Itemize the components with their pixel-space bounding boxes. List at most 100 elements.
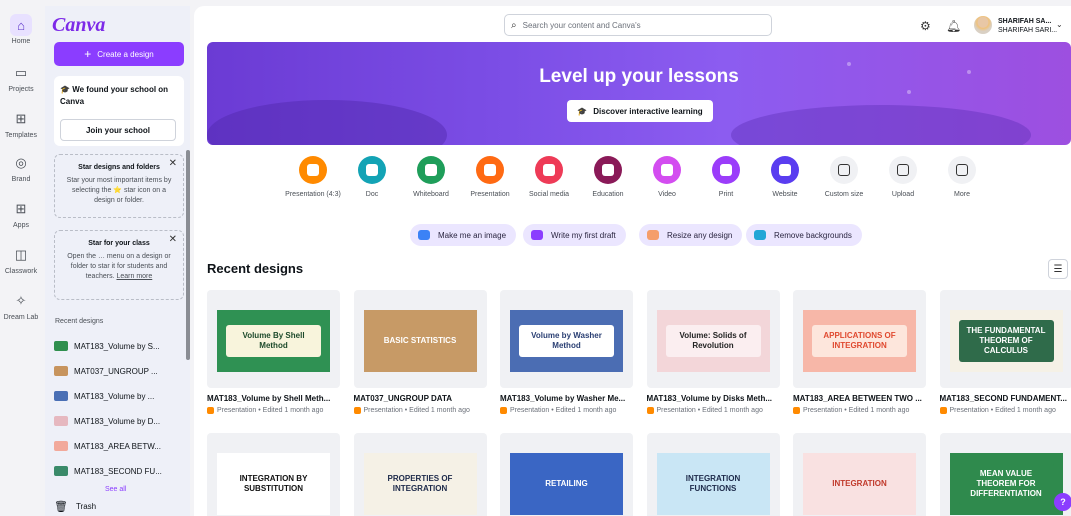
design-card[interactable]: THE FUNDAMENTAL THEOREM OF CALCULUS MAT1… bbox=[939, 290, 1071, 414]
recent-designs-title: Recent designs bbox=[207, 261, 304, 276]
design-card[interactable]: PROPERTIES OF INTEGRATION bbox=[353, 433, 487, 516]
create-design-label: Create a design bbox=[97, 49, 154, 59]
ai-suggestion-chip[interactable]: Resize any design bbox=[639, 224, 743, 246]
chevron-down-icon[interactable]: ⌄ bbox=[1056, 20, 1063, 29]
rail-item-home[interactable]: ⌂ Home bbox=[0, 14, 42, 45]
see-all-link[interactable]: See all bbox=[105, 486, 126, 493]
panel-recent-item[interactable]: MAT037_UNGROUP ... bbox=[54, 361, 184, 381]
rail-item-classwork[interactable]: ◫ Classwork bbox=[0, 244, 42, 275]
create-design-button[interactable]: + Create a design bbox=[54, 42, 184, 66]
category-whiteboard[interactable]: Whiteboard bbox=[401, 156, 461, 200]
category-label: Education bbox=[592, 191, 624, 198]
design-thumbnail[interactable]: MEAN VALUE THEOREM FOR DIFFERENTIATION bbox=[939, 433, 1071, 516]
design-name[interactable]: MAT183_SECOND FUNDAMENT... bbox=[940, 394, 1071, 403]
design-card[interactable]: Volume: Solids of Revolution MAT183_Volu… bbox=[646, 290, 780, 414]
user-menu[interactable]: SHARIFAH SA... SHARIFAH SARI... bbox=[998, 17, 1057, 35]
panel-recent-item[interactable]: MAT183_Volume by D... bbox=[54, 411, 184, 431]
rail-item-dream-lab[interactable]: ✧ Dream Lab bbox=[0, 290, 42, 321]
panel-recent-item[interactable]: MAT183_AREA BETW... bbox=[54, 436, 184, 456]
discover-learning-button[interactable]: 🎓 Discover interactive learning bbox=[567, 100, 713, 122]
user-name: SHARIFAH SA... bbox=[998, 18, 1052, 25]
category-upload[interactable]: Upload bbox=[873, 156, 933, 200]
list-view-icon[interactable]: ☰ bbox=[1048, 259, 1068, 279]
slide-preview: Volume By Shell Method bbox=[217, 310, 330, 372]
rail-item-templates[interactable]: ⊞ Templates bbox=[0, 108, 42, 139]
graduation-cap-icon: 🎓 bbox=[577, 106, 588, 116]
design-name[interactable]: MAT183_Volume by Shell Meth... bbox=[207, 394, 340, 403]
panel-recent-item[interactable]: MAT183_Volume by S... bbox=[54, 336, 184, 356]
panel-recent-item[interactable]: MAT183_Volume by ... bbox=[54, 386, 184, 406]
ai-suggestion-chip[interactable]: Write my first draft bbox=[523, 224, 626, 246]
design-thumbnail[interactable]: INTEGRATION BY SUBSTITUTION bbox=[207, 433, 340, 516]
slide-title: INTEGRATION bbox=[824, 473, 895, 495]
design-thumbnail[interactable]: BASIC STATISTICS bbox=[353, 290, 487, 388]
star-tip-title: Star designs and folders bbox=[78, 164, 160, 171]
design-thumbnail[interactable]: Volume By Shell Method bbox=[207, 290, 340, 388]
apps-icon: ⊞ bbox=[15, 201, 27, 216]
panel-scrollbar[interactable] bbox=[186, 150, 190, 360]
banner-decoration bbox=[731, 105, 1031, 145]
design-thumbnail[interactable]: APPLICATIONS OF INTEGRATION bbox=[793, 290, 926, 388]
design-card[interactable]: RETAILING bbox=[500, 433, 633, 516]
design-thumbnail[interactable]: PROPERTIES OF INTEGRATION bbox=[353, 433, 487, 516]
design-thumbnail[interactable]: RETAILING bbox=[500, 433, 633, 516]
category-social-media[interactable]: Social media bbox=[519, 156, 579, 200]
category-more[interactable]: More bbox=[932, 156, 992, 200]
learn-more-link[interactable]: Learn more bbox=[116, 273, 152, 280]
school-title-text: We found your school on Canva bbox=[60, 85, 169, 106]
category-presentation[interactable]: Presentation bbox=[460, 156, 520, 200]
help-button[interactable]: ? bbox=[1054, 493, 1071, 511]
category-label: Print bbox=[718, 191, 734, 198]
category-website[interactable]: Website bbox=[755, 156, 815, 200]
category-education[interactable]: Education bbox=[578, 156, 638, 200]
main-content: ⌕ Search your content and Canva's ⚙ 🔔︎ S… bbox=[194, 6, 1071, 516]
avatar[interactable] bbox=[974, 16, 992, 34]
category-label: Social media bbox=[528, 191, 570, 198]
design-card[interactable]: Volume By Shell Method MAT183_Volume by … bbox=[207, 290, 340, 414]
category-icon bbox=[889, 156, 917, 184]
category-custom-size[interactable]: Custom size bbox=[814, 156, 874, 200]
rail-item-label: Home bbox=[11, 38, 31, 45]
canva-logo[interactable]: Canva bbox=[52, 14, 105, 37]
design-thumbnail[interactable]: Volume: Solids of Revolution bbox=[646, 290, 780, 388]
design-name[interactable]: MAT183_Volume by Disks Meth... bbox=[647, 394, 780, 403]
bell-icon[interactable]: 🔔︎ bbox=[946, 19, 961, 33]
design-card[interactable]: INTEGRATION FUNCTIONS bbox=[646, 433, 780, 516]
close-icon[interactable]: ✕ bbox=[169, 159, 177, 169]
trash-icon: 🗑 bbox=[54, 501, 68, 513]
ai-suggestion-chip[interactable]: Remove backgrounds bbox=[746, 224, 862, 246]
design-thumbnail[interactable]: Volume by Washer Method bbox=[500, 290, 633, 388]
design-card[interactable]: INTEGRATION bbox=[793, 433, 926, 516]
slide-preview: BASIC STATISTICS bbox=[363, 310, 477, 372]
design-thumbnail[interactable]: INTEGRATION FUNCTIONS bbox=[646, 433, 780, 516]
rail-item-projects[interactable]: ▭ Projects bbox=[0, 62, 42, 93]
category-doc[interactable]: Doc bbox=[342, 156, 402, 200]
design-thumbnail[interactable]: INTEGRATION bbox=[793, 433, 926, 516]
design-name[interactable]: MAT037_UNGROUP DATA bbox=[354, 394, 487, 403]
category-print[interactable]: Print bbox=[696, 156, 756, 200]
category-label: Custom size bbox=[824, 191, 864, 198]
gear-icon[interactable]: ⚙ bbox=[920, 19, 931, 33]
design-name[interactable]: MAT183_Volume by Washer Me... bbox=[500, 394, 633, 403]
slide-preview: RETAILING bbox=[510, 453, 623, 515]
design-card[interactable]: INTEGRATION BY SUBSTITUTION bbox=[207, 433, 340, 516]
design-card[interactable]: BASIC STATISTICS MAT037_UNGROUP DATA Pre… bbox=[353, 290, 487, 414]
rail-item-brand[interactable]: ◎ Brand bbox=[0, 152, 42, 183]
category-presentation-4-3[interactable]: Presentation (4:3) bbox=[283, 156, 343, 200]
category-label: More bbox=[954, 191, 970, 198]
design-card[interactable]: MEAN VALUE THEOREM FOR DIFFERENTIATION bbox=[939, 433, 1071, 516]
ai-suggestion-chip[interactable]: Make me an image bbox=[410, 224, 517, 246]
category-label: Video bbox=[658, 191, 676, 198]
panel-recent-item[interactable]: MAT183_SECOND FU... bbox=[54, 461, 184, 481]
search-input[interactable]: ⌕ Search your content and Canva's bbox=[504, 14, 772, 36]
design-card[interactable]: Volume by Washer Method MAT183_Volume by… bbox=[500, 290, 633, 414]
category-video[interactable]: Video bbox=[637, 156, 697, 200]
trash-item[interactable]: 🗑 Trash bbox=[54, 500, 96, 513]
design-thumbnail[interactable]: THE FUNDAMENTAL THEOREM OF CALCULUS bbox=[939, 290, 1071, 388]
category-icon bbox=[594, 156, 622, 184]
design-card[interactable]: APPLICATIONS OF INTEGRATION MAT183_AREA … bbox=[793, 290, 926, 414]
join-school-button[interactable]: Join your school bbox=[60, 119, 176, 141]
design-name[interactable]: MAT183_AREA BETWEEN TWO ... bbox=[793, 394, 926, 403]
rail-item-apps[interactable]: ⊞ Apps bbox=[0, 198, 42, 229]
close-icon[interactable]: ✕ bbox=[169, 235, 177, 245]
